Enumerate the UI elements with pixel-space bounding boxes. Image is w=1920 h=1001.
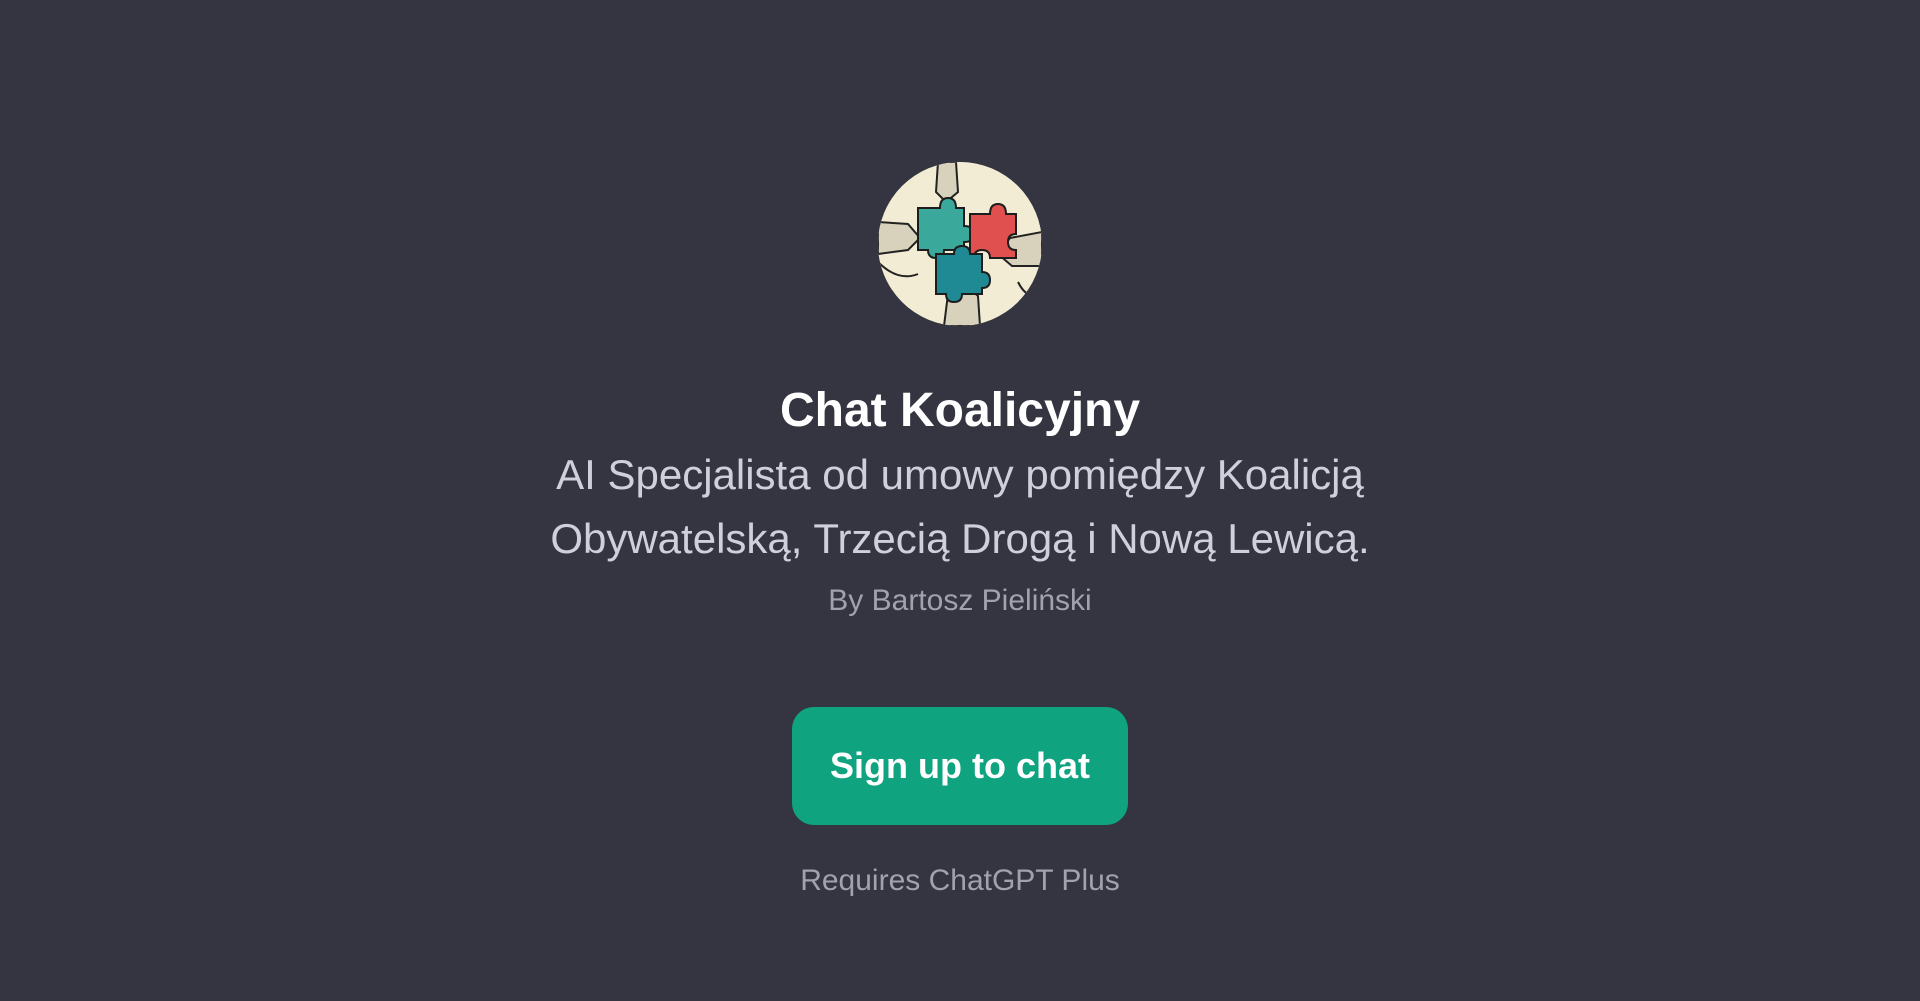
puzzle-hands-icon bbox=[878, 162, 1042, 326]
gpt-landing-page: Chat Koalicyjny AI Specjalista od umowy … bbox=[0, 0, 1920, 1001]
requires-plus-note: Requires ChatGPT Plus bbox=[800, 864, 1120, 897]
gpt-description: AI Specjalista od umowy pomiędzy Koalicj… bbox=[550, 451, 1370, 562]
gpt-avatar bbox=[878, 162, 1042, 326]
gpt-author: By Bartosz Pieliński bbox=[828, 584, 1092, 617]
sign-up-to-chat-button[interactable]: Sign up to chat bbox=[792, 707, 1128, 825]
gpt-title: Chat Koalicyjny bbox=[779, 384, 1141, 437]
